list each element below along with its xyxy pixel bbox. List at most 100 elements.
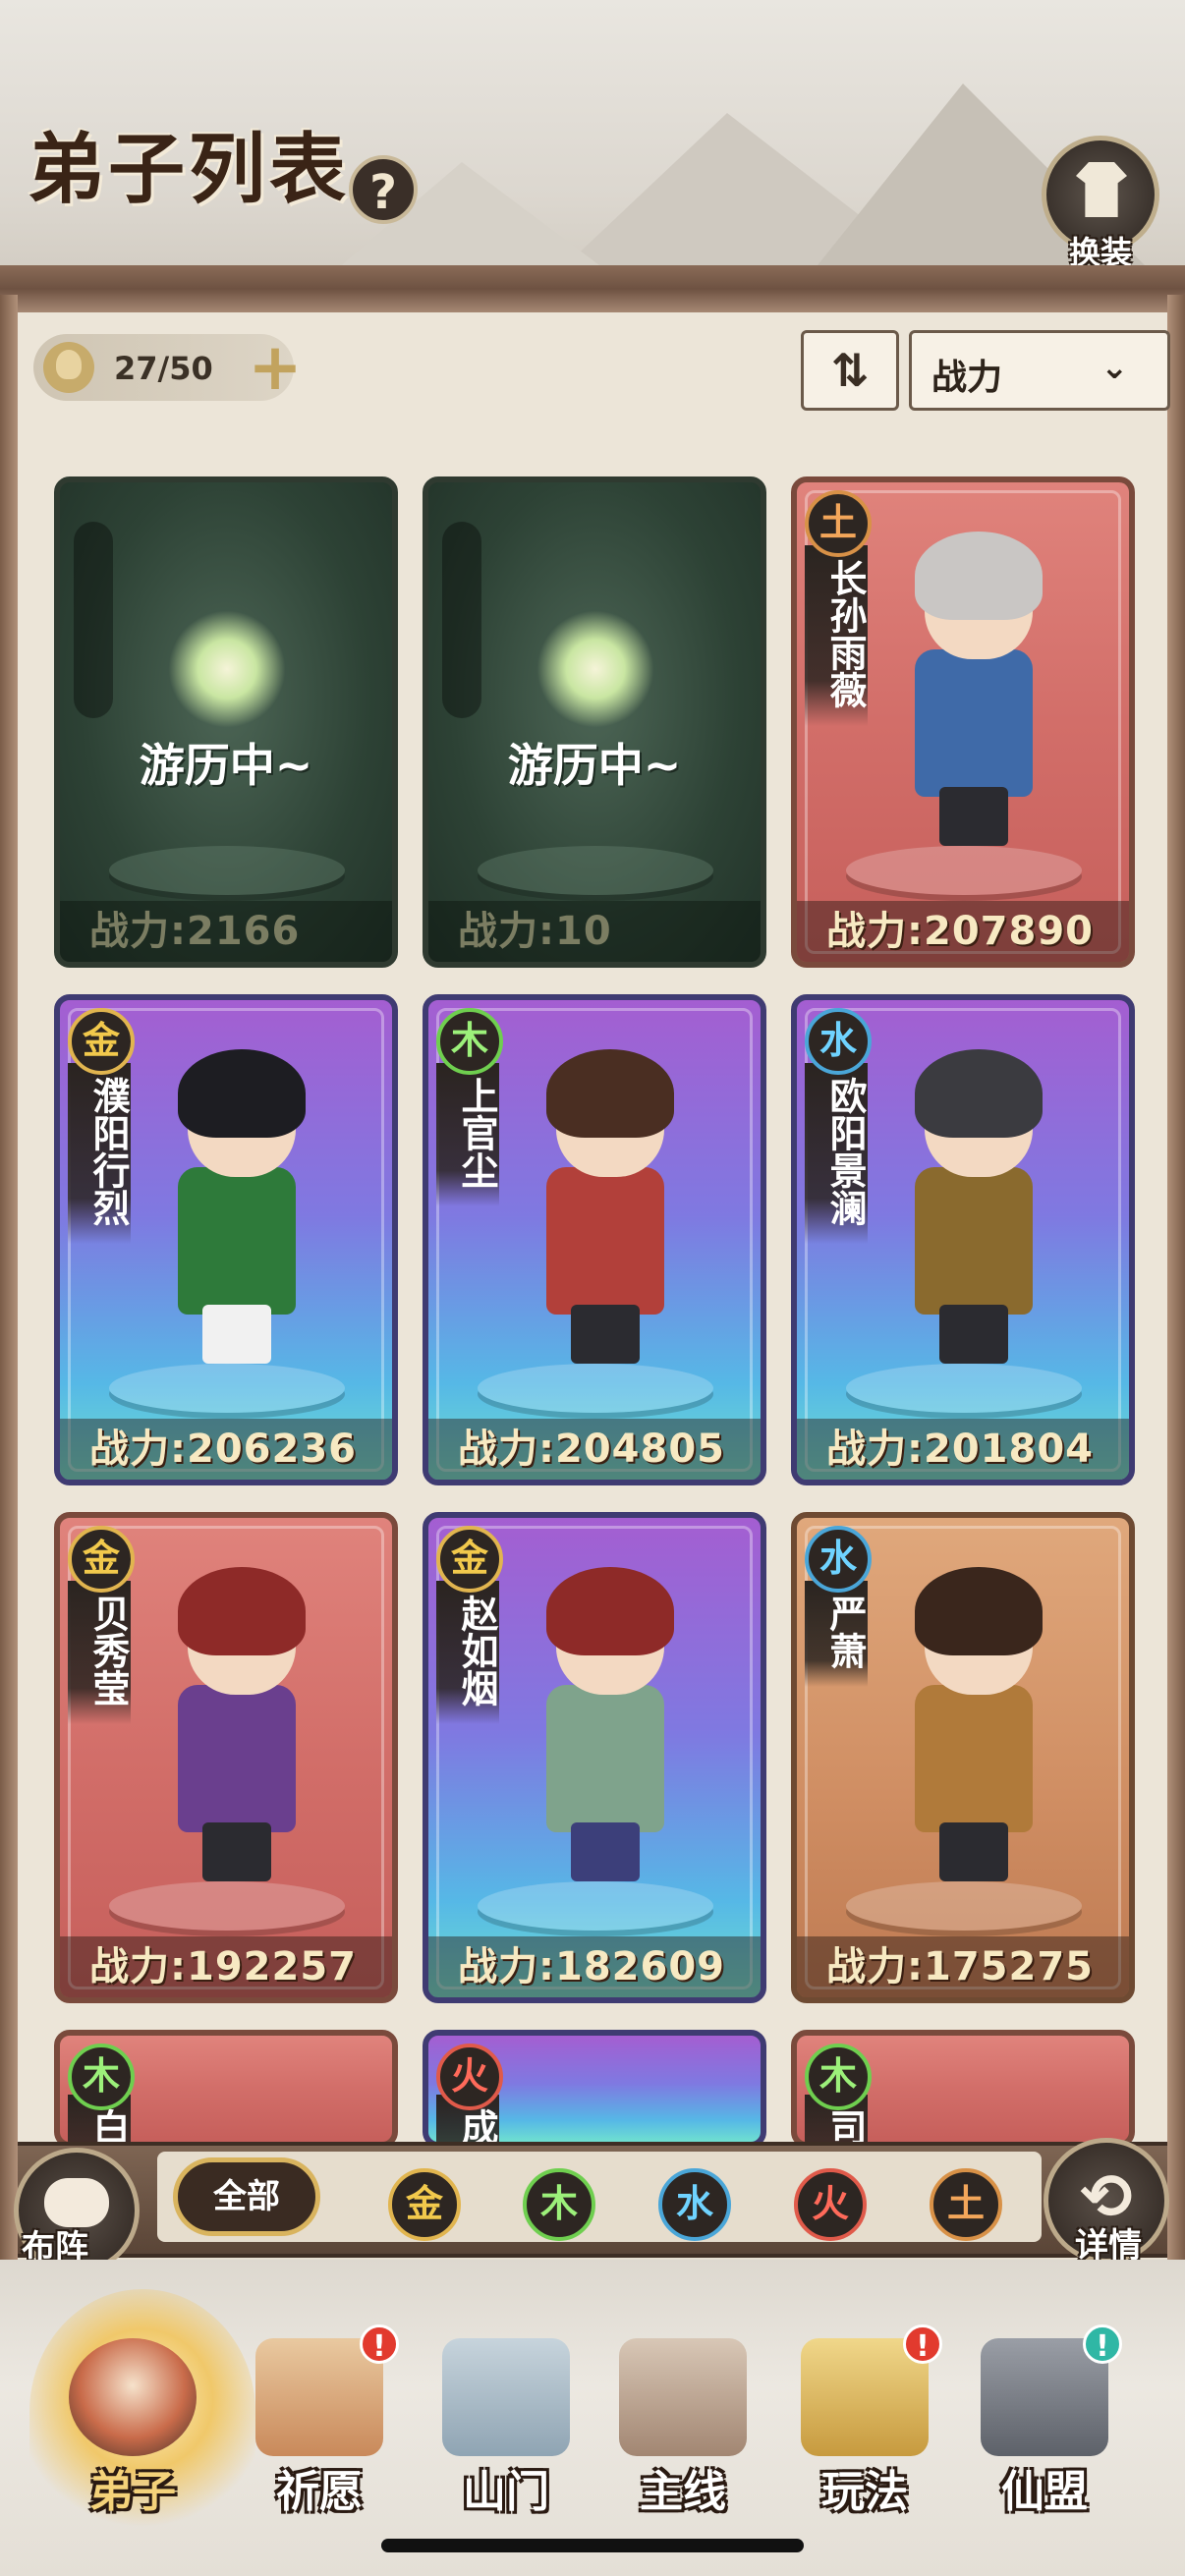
disciple-name: 贝秀莹 [68,1581,131,1724]
home-indicator[interactable] [381,2539,804,2552]
disciple-card[interactable]: 上官尘 木 战力:204805 [423,994,766,1485]
disciple-card-exploring[interactable]: 游历中~ 战力:2166 [54,476,398,968]
element-badge-wood: 木 [805,2044,872,2110]
character-legs [202,1305,271,1364]
disciple-portrait [517,1567,694,1891]
disciple-card[interactable]: 白 木 [54,2030,398,2148]
nav-label: 玩法 [821,2467,908,2517]
combat-power: 战力:206236 [60,1419,392,1480]
element-badge-wood: 木 [436,1008,503,1075]
frame-left [0,295,18,2289]
nav-gameplay[interactable]: ! 玩法 [781,2319,948,2535]
notification-badge: ! [903,2324,942,2364]
nav-label: 山门 [463,2467,549,2517]
character-hair [915,1049,1043,1138]
character-robe [546,1685,664,1832]
disciple-icon [43,342,94,393]
nav-label: 祈愿 [276,2467,363,2517]
disciple-card[interactable]: 濮阳行烈 金 战力:206236 [54,994,398,1485]
element-badge-water: 水 [805,1526,872,1593]
disciple-card[interactable]: 长孙雨薇 土 战力:207890 [791,476,1135,968]
disciple-card[interactable]: 严萧 水 战力:175275 [791,1512,1135,2003]
character-legs [571,1305,640,1364]
disciple-name: 严萧 [805,1581,868,1687]
disciple-portrait-icon [69,2338,197,2456]
combat-power: 战力:175275 [797,1936,1129,1997]
character-robe [178,1167,296,1315]
disciple-name: 长孙雨薇 [805,545,868,726]
character-legs [202,1822,271,1881]
disciple-card[interactable]: 司 木 [791,2030,1135,2148]
character-hair [915,1567,1043,1655]
combat-power: 战力:182609 [428,1936,761,1997]
character-hair [546,1049,674,1138]
nav-main-quest[interactable]: 主线 [599,2319,766,2535]
disciple-name: 濮阳行烈 [68,1063,131,1244]
element-badge-wood: 木 [68,2044,135,2110]
filter-water-button[interactable]: 水 [658,2168,731,2241]
disciple-name: 上官尘 [436,1063,499,1206]
pedestal [109,846,345,895]
pedestal [478,846,713,895]
disciple-count: 27/50 [114,350,213,387]
filter-fire-button[interactable]: 火 [794,2168,867,2241]
sword-icon [619,2338,747,2456]
brush-decoration [74,522,113,718]
filter-earth-button[interactable]: 土 [930,2168,1002,2241]
filter-all-button[interactable]: 全部 [173,2157,320,2236]
combat-power: 战力:2166 [60,901,392,962]
disciple-card[interactable]: 贝秀莹 金 战力:192257 [54,1512,398,2003]
character-legs [939,787,1008,846]
element-badge-fire: 火 [436,2044,503,2110]
combat-power: 战力:10 [428,901,761,962]
disciple-card[interactable]: 成 火 [423,2030,766,2148]
character-robe [915,1685,1033,1832]
outfit-icon [1076,162,1127,217]
disciple-portrait [885,532,1062,856]
sort-dropdown-value: 战力 [931,358,1003,398]
character-hair [178,1049,306,1138]
character-legs [939,1305,1008,1364]
chevron-down-icon: ⌄ [1100,348,1129,387]
filter-metal-button[interactable]: 金 [388,2168,461,2241]
page-title: 弟子列表 [28,125,351,214]
disciple-portrait [148,1567,325,1891]
character-robe [546,1167,664,1315]
disciple-portrait [148,1049,325,1373]
filter-wood-button[interactable]: 木 [523,2168,595,2241]
disciple-card[interactable]: 欧阳景澜 水 战力:201804 [791,994,1135,1485]
nav-label: 仙盟 [1001,2467,1088,2517]
nav-alliance[interactable]: ! 仙盟 [961,2319,1128,2535]
disciple-name: 赵如烟 [436,1581,499,1724]
element-badge-metal: 金 [68,1526,135,1593]
character-hair [915,532,1043,620]
combat-power: 战力:207890 [797,901,1129,962]
element-badge-metal: 金 [436,1526,503,1593]
nav-disciples[interactable]: 弟子 [49,2319,216,2535]
notification-badge: ! [360,2324,399,2364]
gate-icon [442,2338,570,2456]
element-badge-earth: 土 [805,490,872,557]
nav-wish[interactable]: ! 祈愿 [236,2319,403,2535]
help-button[interactable]: ? [349,155,418,224]
frame-right [1167,295,1185,2289]
combat-power: 战力:192257 [60,1936,392,1997]
sort-order-button[interactable]: ⇅ [801,330,899,411]
nav-sect-gate[interactable]: 山门 [423,2319,590,2535]
character-hair [546,1567,674,1655]
nav-label: 弟子 [89,2467,176,2517]
character-robe [178,1685,296,1832]
add-capacity-button[interactable]: + [246,335,305,400]
disciple-portrait [517,1049,694,1373]
disciple-card[interactable]: 赵如烟 金 战力:182609 [423,1512,766,2003]
frame-top [0,265,1185,315]
character-legs [939,1822,1008,1881]
disciple-card-exploring[interactable]: 游历中~ 战力:10 [423,476,766,968]
nav-label: 主线 [640,2467,726,2517]
combat-power: 战力:201804 [797,1419,1129,1480]
disciple-portrait [885,1049,1062,1373]
character-robe [915,649,1033,797]
exploring-cloud-icon [536,610,654,728]
brush-decoration [442,522,481,718]
element-badge-water: 水 [805,1008,872,1075]
